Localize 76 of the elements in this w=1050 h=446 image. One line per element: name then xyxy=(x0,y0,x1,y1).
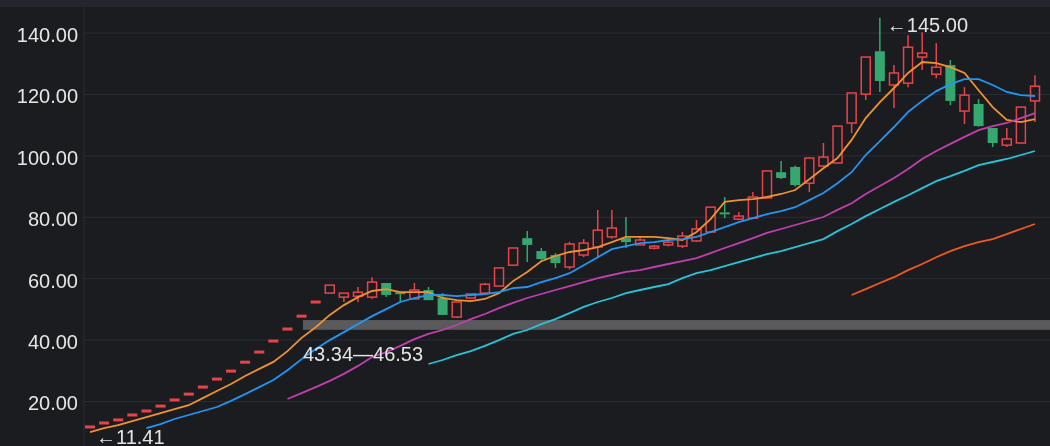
candlestick xyxy=(324,284,336,294)
candlestick xyxy=(606,209,618,240)
candlestick xyxy=(902,34,914,88)
candlestick xyxy=(310,300,321,304)
axis-label: 120.00 xyxy=(16,85,78,108)
candlestick xyxy=(183,392,194,396)
candlestick xyxy=(818,142,829,168)
candlestick xyxy=(916,31,928,71)
candlestick xyxy=(352,286,364,303)
candlestick xyxy=(226,369,237,373)
candlestick xyxy=(705,206,716,234)
axis-label: 60.00 xyxy=(27,269,78,292)
candlestick xyxy=(197,385,208,389)
candlestick xyxy=(578,238,589,258)
candlestick xyxy=(437,292,448,315)
axis-label: 80.00 xyxy=(27,208,78,231)
candlestick xyxy=(479,282,491,294)
candlestick xyxy=(366,276,378,300)
candlestick xyxy=(804,156,815,193)
candlestick xyxy=(113,418,124,422)
axis-label: 40.00 xyxy=(27,331,78,354)
candlestick xyxy=(141,409,152,413)
candlestick xyxy=(451,301,462,319)
candlestick xyxy=(1029,74,1041,123)
candlestick xyxy=(169,398,180,402)
candlestick xyxy=(860,56,871,101)
candlestick xyxy=(465,293,477,299)
price-label: ←11.41 xyxy=(96,425,165,446)
candlestick xyxy=(1015,106,1027,145)
axis-label: 20.00 xyxy=(27,392,78,415)
candlestick xyxy=(987,127,998,148)
candlestick xyxy=(282,327,293,331)
candlestick xyxy=(423,286,434,301)
candlestick xyxy=(648,244,660,251)
price-label: ←145.00 xyxy=(886,13,968,36)
candlestick xyxy=(536,247,547,261)
candlestick xyxy=(663,239,674,248)
candlestick xyxy=(507,247,519,266)
candlestick xyxy=(761,170,773,199)
candlestick xyxy=(677,231,688,249)
candlestick xyxy=(409,282,420,300)
candlestick xyxy=(296,314,307,318)
candlestick xyxy=(85,425,95,429)
candlestick xyxy=(973,98,984,128)
candlestick xyxy=(888,64,900,109)
candlestick xyxy=(832,125,843,165)
candlestick xyxy=(634,236,646,246)
candlestick xyxy=(719,196,730,219)
candlestick xyxy=(776,160,787,180)
candlestick xyxy=(127,413,138,417)
candlestick xyxy=(493,267,505,287)
candlestick xyxy=(99,421,110,425)
candlestick xyxy=(620,216,631,249)
candlestick xyxy=(931,42,942,79)
candlestick xyxy=(268,339,279,343)
candlestick xyxy=(846,92,857,134)
candlestick xyxy=(592,209,603,259)
candlestick xyxy=(254,350,265,354)
candlestick xyxy=(747,191,759,219)
candlestick xyxy=(155,404,166,408)
axis-label: 100.00 xyxy=(16,146,78,169)
candlestick xyxy=(240,360,251,364)
candlestick xyxy=(381,283,392,298)
candlestick xyxy=(211,377,222,381)
candlestick xyxy=(1001,127,1013,148)
candlestick xyxy=(395,292,406,303)
candlestick xyxy=(790,164,801,188)
candlestick xyxy=(691,219,702,243)
candlestick xyxy=(550,252,561,269)
axis-label: 140.00 xyxy=(16,24,78,47)
candlestick xyxy=(945,59,956,106)
candlestick xyxy=(564,241,575,271)
candlestick xyxy=(959,86,970,125)
candlestick xyxy=(522,230,533,263)
candlestick xyxy=(338,292,350,303)
candlestick xyxy=(733,211,745,222)
